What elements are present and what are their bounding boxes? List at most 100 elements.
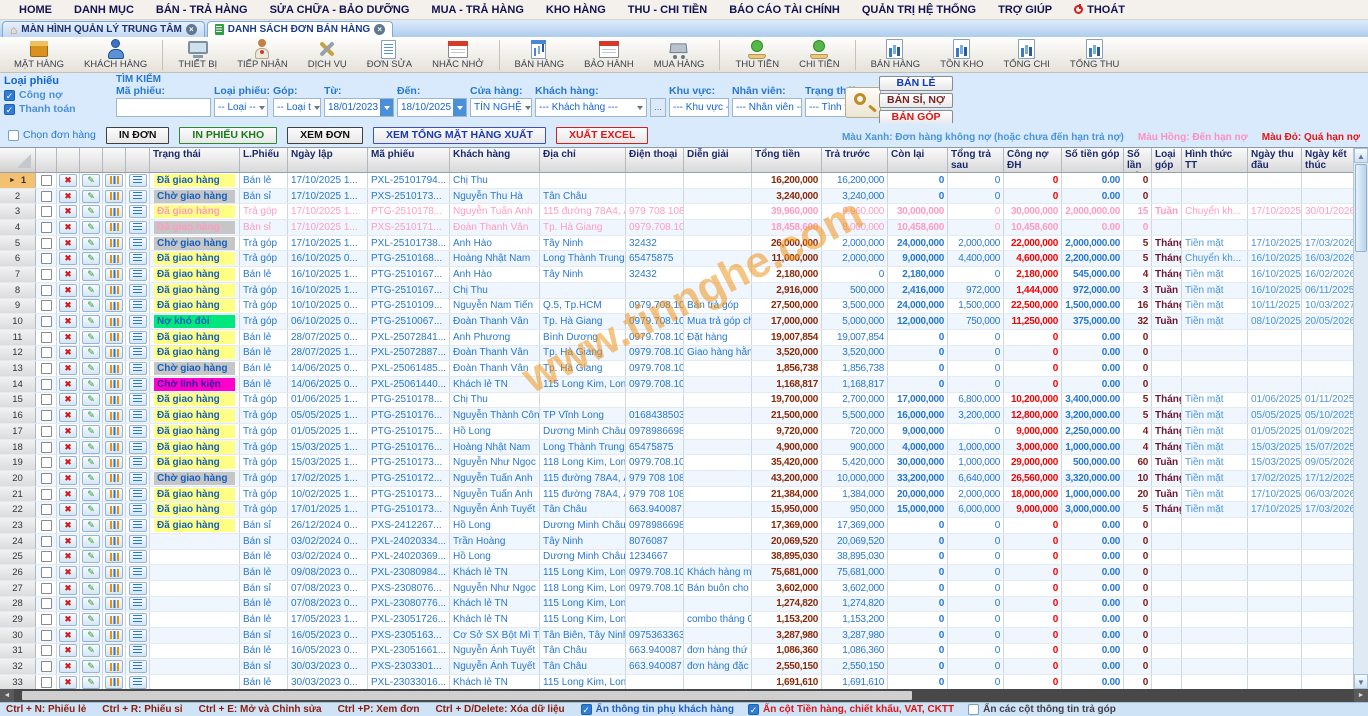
delete-icon[interactable]: ✖ (59, 268, 77, 281)
edit-icon[interactable]: ✎ (82, 629, 100, 642)
paid-checkbox-row[interactable]: ✓ Thanh toán (4, 103, 108, 115)
row-checkbox[interactable] (41, 394, 52, 405)
horizontal-scroll-thumb[interactable] (22, 691, 912, 700)
table-row[interactable]: 23✖✎Đã giao hàngBán sỉ26/12/2024 0...PXS… (0, 518, 1368, 534)
detail-list-icon[interactable] (129, 378, 147, 391)
column-header[interactable]: L.Phiếu (240, 148, 288, 172)
toolbar-button[interactable]: KHÁCH HÀNG (74, 38, 157, 72)
sale-mode-button[interactable]: BÁN SỈ, NỢ (879, 93, 953, 108)
delete-icon[interactable]: ✖ (59, 597, 77, 610)
delete-icon[interactable]: ✖ (59, 582, 77, 595)
export-icon[interactable] (105, 174, 123, 187)
detail-list-icon[interactable] (129, 284, 147, 297)
column-header[interactable]: Loại góp (1152, 148, 1182, 172)
delete-icon[interactable]: ✖ (59, 566, 77, 579)
export-icon[interactable] (105, 409, 123, 422)
column-header[interactable]: Ngày thu đầu (1248, 148, 1302, 172)
menu-item[interactable]: TRỢ GIÚP (987, 4, 1063, 16)
toolbar-button[interactable]: BẢO HÀNH (574, 38, 644, 72)
edit-icon[interactable]: ✎ (82, 503, 100, 516)
delete-icon[interactable]: ✖ (59, 409, 77, 422)
export-icon[interactable] (105, 644, 123, 657)
toolbar-button[interactable]: TỔNG CHI (993, 38, 1059, 72)
row-checkbox[interactable] (41, 332, 52, 343)
edit-icon[interactable]: ✎ (82, 252, 100, 265)
column-header[interactable]: Điện thoại (626, 148, 684, 172)
detail-list-icon[interactable] (129, 362, 147, 375)
row-checkbox[interactable] (41, 379, 52, 390)
edit-icon[interactable]: ✎ (82, 566, 100, 579)
table-row[interactable]: 2✖✎Chờ giao hàngBán sỉ17/10/2025 1...PXS… (0, 189, 1368, 205)
detail-list-icon[interactable] (129, 503, 147, 516)
menu-item[interactable]: THU - CHI TIỀN (617, 4, 718, 16)
delete-icon[interactable]: ✖ (59, 613, 77, 626)
row-checkbox[interactable] (41, 536, 52, 547)
close-icon[interactable]: × (374, 24, 385, 35)
edit-icon[interactable]: ✎ (82, 409, 100, 422)
column-header[interactable]: Khách hàng (450, 148, 540, 172)
delete-icon[interactable]: ✖ (59, 441, 77, 454)
detail-list-icon[interactable] (129, 550, 147, 563)
table-row[interactable]: 11✖✎Đã giao hàngBán lẻ28/07/2025 0...PXL… (0, 330, 1368, 346)
edit-icon[interactable]: ✎ (82, 237, 100, 250)
menu-item[interactable]: KHO HÀNG (535, 4, 617, 16)
region-select[interactable]: --- Khu vực - (669, 98, 729, 117)
select-all-header[interactable] (0, 148, 36, 172)
tab-active[interactable]: DANH SÁCH ĐƠN BÁN HÀNG× (207, 21, 393, 37)
customer-select[interactable]: --- Khách hàng --- (535, 98, 647, 117)
row-checkbox[interactable] (41, 363, 52, 374)
table-row[interactable]: 9✖✎Đã giao hàngTrả góp10/10/2025 0...PTG… (0, 299, 1368, 315)
column-header[interactable]: Số lần góp (1124, 148, 1152, 172)
detail-list-icon[interactable] (129, 488, 147, 501)
export-icon[interactable] (105, 362, 123, 375)
export-icon[interactable] (105, 237, 123, 250)
table-row[interactable]: ►1✖✎Đã giao hàngBán lẻ17/10/2025 1...PXL… (0, 173, 1368, 189)
row-checkbox[interactable] (41, 175, 52, 186)
debt-checkbox-row[interactable]: ✓ Công nợ (4, 89, 108, 101)
row-checkbox[interactable] (41, 504, 52, 515)
delete-icon[interactable]: ✖ (59, 393, 77, 406)
edit-icon[interactable]: ✎ (82, 472, 100, 485)
row-checkbox[interactable] (41, 347, 52, 358)
scroll-down-icon[interactable]: ▼ (1354, 674, 1368, 689)
customer-more-button[interactable]: ... (650, 98, 666, 117)
menu-item[interactable]: SỬA CHỮA - BẢO DƯỠNG (259, 4, 421, 16)
row-checkbox[interactable] (41, 410, 52, 421)
edit-icon[interactable]: ✎ (82, 393, 100, 406)
delete-icon[interactable]: ✖ (59, 456, 77, 469)
export-icon[interactable] (105, 268, 123, 281)
debt-checkbox[interactable]: ✓ (4, 90, 15, 101)
row-checkbox[interactable] (41, 426, 52, 437)
column-header[interactable]: Ngày lập (288, 148, 368, 172)
toolbar-button[interactable]: TỔNG THU (1060, 38, 1129, 72)
table-row[interactable]: 7✖✎Đã giao hàngBán lẻ16/10/2025 1...PTG-… (0, 267, 1368, 283)
delete-icon[interactable]: ✖ (59, 252, 77, 265)
tab-inactive[interactable]: ⌂MÀN HÌNH QUẢN LÝ TRUNG TÂM× (2, 21, 205, 37)
column-header[interactable]: Hình thức TT (1182, 148, 1248, 172)
edit-icon[interactable]: ✎ (82, 205, 100, 218)
delete-icon[interactable]: ✖ (59, 378, 77, 391)
table-row[interactable]: 29✖✎Bán lẻ17/05/2023 1...PXL-23051726...… (0, 612, 1368, 628)
row-checkbox[interactable] (41, 316, 52, 327)
column-header[interactable]: Mã phiếu (368, 148, 450, 172)
export-icon[interactable] (105, 441, 123, 454)
export-icon[interactable] (105, 378, 123, 391)
export-icon[interactable] (105, 331, 123, 344)
employee-select[interactable]: --- Nhân viên -- (732, 98, 802, 117)
export-icon[interactable] (105, 660, 123, 673)
statusbar-checkbox[interactable] (968, 704, 979, 715)
column-header[interactable]: Trả trước (822, 148, 888, 172)
horizontal-scrollbar[interactable]: ◄ ► (0, 689, 1368, 702)
row-checkbox[interactable] (41, 677, 52, 688)
toolbar-button[interactable]: CHI TIỀN (789, 38, 849, 72)
export-icon[interactable] (105, 299, 123, 312)
menu-item[interactable]: MUA - TRẢ HÀNG (420, 4, 534, 16)
edit-icon[interactable]: ✎ (82, 346, 100, 359)
toolbar-button[interactable]: THU TIỀN (725, 38, 789, 72)
date-to-input[interactable]: 18/10/2025 (397, 98, 467, 117)
export-icon[interactable] (105, 613, 123, 626)
table-row[interactable]: 8✖✎Đã giao hàngTrả góp16/10/2025 1...PTG… (0, 283, 1368, 299)
row-checkbox[interactable] (41, 238, 52, 249)
edit-icon[interactable]: ✎ (82, 488, 100, 501)
vertical-scroll-thumb[interactable] (1355, 164, 1367, 252)
